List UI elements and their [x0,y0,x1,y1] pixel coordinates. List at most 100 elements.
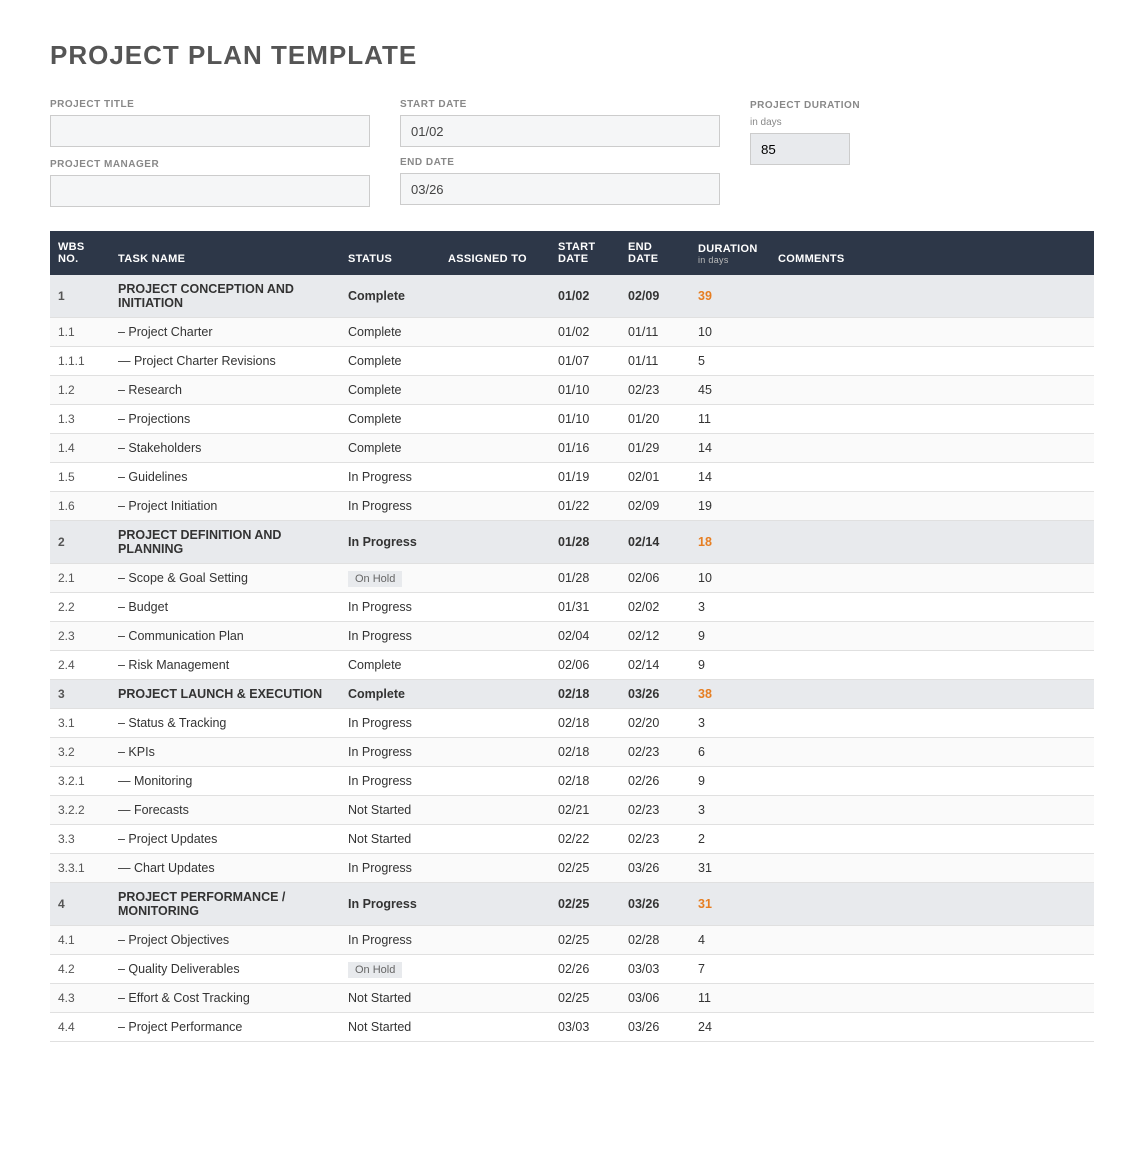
cell-duration: 3 [690,593,770,622]
cell-task: – Project Charter [110,318,340,347]
project-duration-sublabel: in days [750,117,870,128]
cell-assigned [440,434,550,463]
right-form-group: PROJECT DURATION in days [750,99,870,165]
cell-start: 02/22 [550,825,620,854]
cell-task: – Projections [110,405,340,434]
cell-start: 01/19 [550,463,620,492]
cell-comments [770,622,1094,651]
page-title: PROJECT PLAN TEMPLATE [50,40,1094,71]
th-start: START DATE [550,231,620,275]
cell-duration: 4 [690,926,770,955]
cell-task: — Project Charter Revisions [110,347,340,376]
cell-wbs: 3 [50,680,110,709]
cell-wbs: 4.4 [50,1013,110,1042]
cell-assigned [440,709,550,738]
cell-task: — Forecasts [110,796,340,825]
th-task: TASK NAME [110,231,340,275]
cell-wbs: 1.6 [50,492,110,521]
cell-wbs: 1.1 [50,318,110,347]
project-manager-input[interactable] [50,175,370,207]
cell-end: 02/26 [620,767,690,796]
cell-assigned [440,593,550,622]
cell-start: 02/18 [550,709,620,738]
cell-assigned [440,318,550,347]
cell-wbs: 3.2.2 [50,796,110,825]
cell-comments [770,926,1094,955]
project-manager-label: PROJECT MANAGER [50,159,370,170]
table-row: 3 PROJECT LAUNCH & EXECUTION Complete 02… [50,680,1094,709]
cell-duration: 24 [690,1013,770,1042]
cell-status: Not Started [340,1013,440,1042]
start-date-label: START DATE [400,99,720,110]
cell-comments [770,434,1094,463]
cell-comments [770,955,1094,984]
start-date-input[interactable] [400,115,720,147]
table-row: 1.2 – Research Complete 01/10 02/23 45 [50,376,1094,405]
cell-duration: 31 [690,854,770,883]
cell-status: In Progress [340,854,440,883]
cell-assigned [440,854,550,883]
cell-wbs: 4 [50,883,110,926]
cell-status: In Progress [340,926,440,955]
end-date-input[interactable] [400,173,720,205]
cell-status: In Progress [340,593,440,622]
table-row: 4.1 – Project Objectives In Progress 02/… [50,926,1094,955]
cell-end: 02/14 [620,651,690,680]
cell-wbs: 2.4 [50,651,110,680]
cell-status: On Hold [340,564,440,593]
cell-assigned [440,738,550,767]
cell-end: 02/06 [620,564,690,593]
cell-wbs: 3.2.1 [50,767,110,796]
cell-end: 03/26 [620,680,690,709]
cell-status: Complete [340,347,440,376]
project-title-input[interactable] [50,115,370,147]
table-row: 3.2.1 — Monitoring In Progress 02/18 02/… [50,767,1094,796]
cell-duration: 14 [690,463,770,492]
cell-duration: 31 [690,883,770,926]
cell-start: 01/16 [550,434,620,463]
cell-comments [770,463,1094,492]
project-duration-input[interactable] [750,133,850,165]
cell-status: In Progress [340,492,440,521]
cell-duration: 11 [690,984,770,1013]
cell-assigned [440,926,550,955]
table-row: 4.3 – Effort & Cost Tracking Not Started… [50,984,1094,1013]
cell-start: 01/02 [550,275,620,318]
cell-comments [770,680,1094,709]
cell-wbs: 1.3 [50,405,110,434]
cell-start: 01/10 [550,376,620,405]
table-row: 2 PROJECT DEFINITION AND PLANNING In Pro… [50,521,1094,564]
cell-wbs: 1.2 [50,376,110,405]
cell-status: Complete [340,651,440,680]
cell-wbs: 3.1 [50,709,110,738]
cell-task: – Effort & Cost Tracking [110,984,340,1013]
table-row: 3.3.1 — Chart Updates In Progress 02/25 … [50,854,1094,883]
cell-end: 02/01 [620,463,690,492]
project-title-label: PROJECT TITLE [50,99,370,110]
cell-start: 02/25 [550,883,620,926]
cell-end: 02/23 [620,376,690,405]
project-table: WBSNO. TASK NAME STATUS ASSIGNED TO STAR… [50,231,1094,1042]
cell-end: 02/23 [620,738,690,767]
cell-assigned [440,376,550,405]
cell-assigned [440,622,550,651]
table-body: 1 PROJECT CONCEPTION AND INITIATION Comp… [50,275,1094,1042]
cell-task: — Chart Updates [110,854,340,883]
start-date-group: START DATE [400,99,720,147]
cell-status: In Progress [340,463,440,492]
cell-status: On Hold [340,955,440,984]
cell-status: In Progress [340,521,440,564]
table-header: WBSNO. TASK NAME STATUS ASSIGNED TO STAR… [50,231,1094,275]
cell-wbs: 1 [50,275,110,318]
table-row: 2.3 – Communication Plan In Progress 02/… [50,622,1094,651]
table-row: 2.4 – Risk Management Complete 02/06 02/… [50,651,1094,680]
cell-comments [770,984,1094,1013]
cell-status: Complete [340,434,440,463]
cell-assigned [440,521,550,564]
cell-end: 02/28 [620,926,690,955]
cell-duration: 10 [690,564,770,593]
cell-duration: 38 [690,680,770,709]
cell-start: 02/21 [550,796,620,825]
table-row: 1 PROJECT CONCEPTION AND INITIATION Comp… [50,275,1094,318]
cell-status: Complete [340,680,440,709]
